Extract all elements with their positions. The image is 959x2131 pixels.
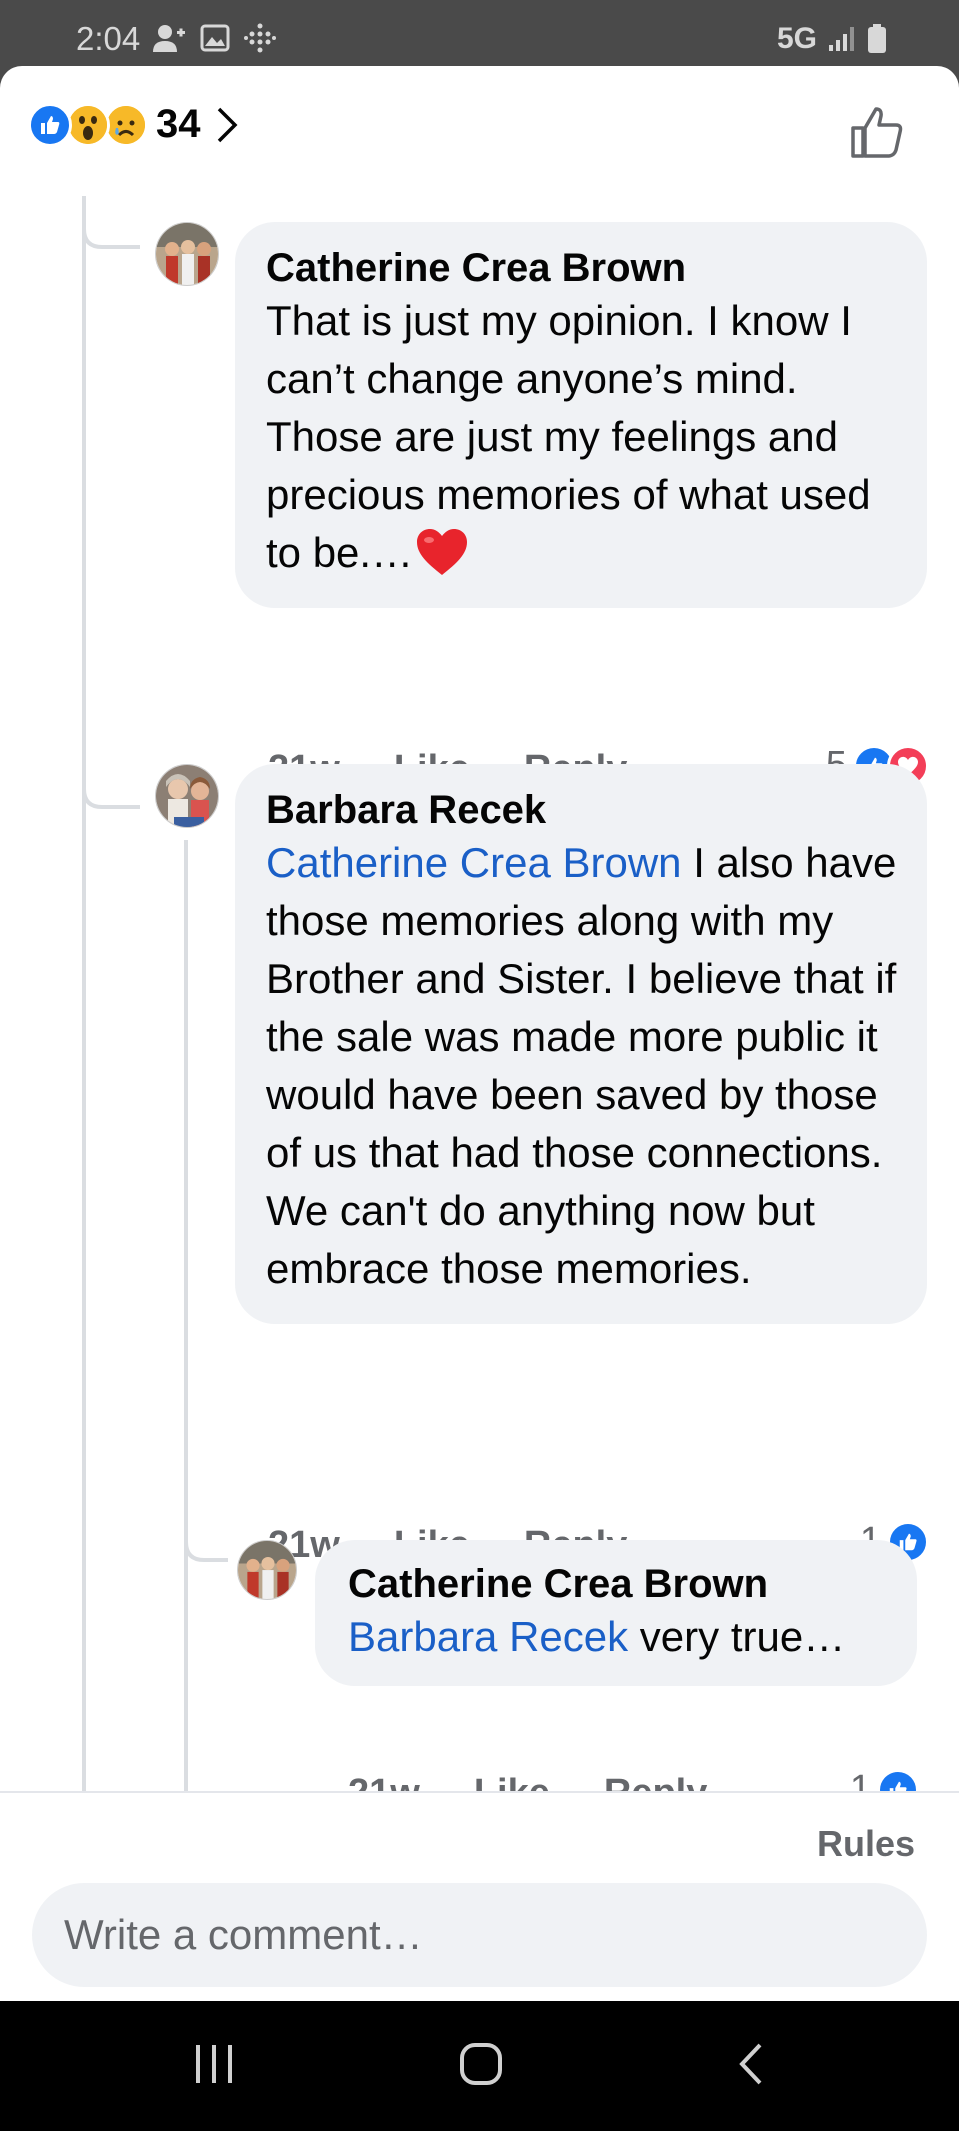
thread-line-inner: [184, 840, 188, 1791]
avatar[interactable]: [155, 764, 219, 828]
status-right: 5G: [777, 22, 887, 56]
reaction-count: 34: [156, 102, 201, 146]
comment-text-body: very true…: [628, 1613, 846, 1660]
status-time: 2:04: [76, 20, 141, 57]
like-button[interactable]: [849, 104, 905, 160]
comment-input[interactable]: [32, 1883, 927, 1987]
comment-author[interactable]: Catherine Crea Brown: [348, 1560, 887, 1608]
thread-line-outer: [82, 196, 86, 1791]
user-add-notification-icon: [153, 25, 185, 52]
comment-author[interactable]: Barbara Recek: [266, 786, 897, 834]
comment-composer: Rules: [0, 1791, 959, 2001]
comment-text: Barbara Recek very true…: [348, 1608, 887, 1666]
notification-icons: [152, 22, 276, 54]
comment-text: Catherine Crea Brown I also have those m…: [266, 834, 897, 1298]
signal-icon: [829, 27, 854, 51]
avatar[interactable]: [237, 1540, 297, 1600]
comments-sheet: 34 Catherine Crea Brown That is just my …: [0, 66, 959, 2001]
mention-link[interactable]: Barbara Recek: [348, 1613, 628, 1660]
comment-author[interactable]: Catherine Crea Brown: [266, 244, 897, 292]
thread-connector-2: [82, 756, 140, 809]
recent-apps-icon[interactable]: [192, 2041, 236, 2087]
sad-icon: [104, 102, 148, 147]
comment-text-body: I also have those memories along with my…: [266, 839, 897, 1292]
like-icon: [28, 102, 72, 147]
thread-connector-3: [184, 1526, 228, 1562]
comment-bubble: Barbara Recek Catherine Crea Brown I als…: [235, 764, 927, 1324]
gallery-notification-icon: [200, 24, 230, 52]
heart-emoji-icon: [417, 529, 468, 575]
system-nav-bar: [0, 2001, 959, 2131]
home-icon[interactable]: [458, 2041, 504, 2087]
network-label: 5G: [776, 22, 817, 55]
thread-connector-1: [82, 196, 140, 249]
comment-text: That is just my opinion. I know I can’t …: [266, 292, 897, 582]
comment-text-body: That is just my opinion. I know I can’t …: [266, 297, 871, 576]
mention-link[interactable]: Catherine Crea Brown: [266, 839, 682, 886]
back-icon[interactable]: [736, 2041, 766, 2087]
rules-link[interactable]: Rules: [817, 1823, 915, 1865]
comment-bubble: Catherine Crea Brown That is just my opi…: [235, 222, 927, 608]
comment-bubble: Catherine Crea Brown Barbara Recek very …: [315, 1540, 917, 1686]
reactions-summary[interactable]: 34: [28, 102, 239, 147]
reactions-header: 34: [0, 66, 959, 198]
dots-notification-icon: [244, 23, 276, 53]
wow-icon: [66, 102, 110, 147]
chevron-right-icon: [217, 107, 237, 142]
battery-icon: [868, 24, 886, 53]
status-bar: 2:04 5G: [0, 0, 959, 66]
avatar[interactable]: [155, 222, 219, 286]
